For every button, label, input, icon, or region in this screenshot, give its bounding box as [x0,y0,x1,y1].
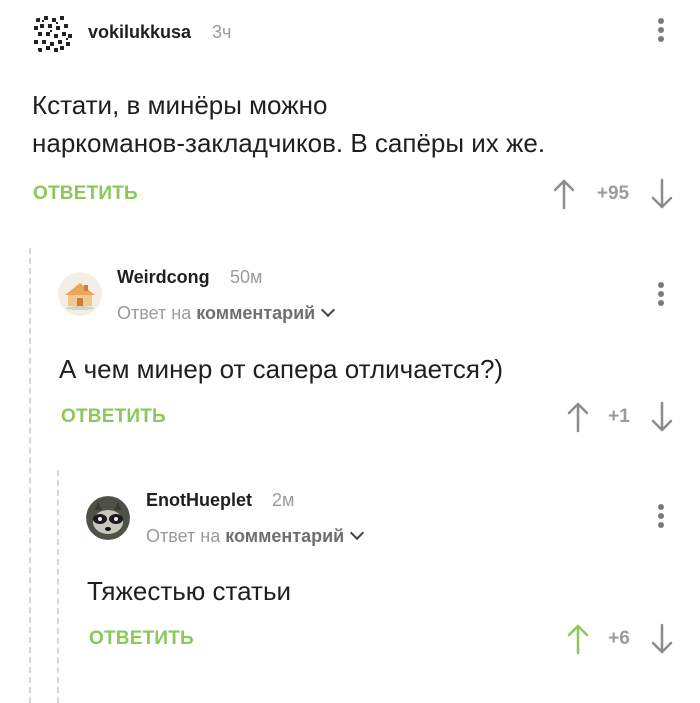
score: +1 [608,406,630,427]
comment-line: наркоманов-закладчиков. В сапёры их же. [32,128,546,158]
score: +6 [608,628,630,649]
arrow-up-icon[interactable] [552,178,576,210]
vote-controls: +1 [566,401,682,433]
house-avatar-icon [58,272,102,316]
avatar[interactable] [86,496,130,540]
reply-to[interactable]: Ответ на комментарий [117,302,336,324]
score: +95 [596,183,630,204]
comment-3: EnotHueplet 2м Ответ на комментарий Тяже… [0,462,700,703]
arrow-down-icon[interactable] [650,623,674,655]
username[interactable]: Weirdcong [117,267,210,288]
reply-to-prefix: Ответ на [117,303,192,323]
chevron-down-icon[interactable] [350,525,365,541]
arrow-down-icon[interactable] [650,401,674,433]
reply-to-link[interactable]: комментарий [196,303,315,323]
reply-button[interactable]: ОТВЕТИТЬ [61,406,166,428]
comment-body: Кстати, в минёры можно наркоманов-заклад… [32,86,672,162]
comment-1: vokilukkusa 3ч Кстати, в минёры можно на… [0,0,700,240]
more-vertical-icon[interactable] [658,18,664,48]
avatar[interactable] [30,12,74,56]
arrow-up-icon[interactable] [566,401,590,433]
more-vertical-icon[interactable] [658,282,664,312]
more-vertical-icon[interactable] [658,504,664,534]
reply-to-prefix: Ответ на [146,526,221,546]
timestamp: 50м [230,267,263,287]
comment-line: А чем минер от сапера отличается?) [59,354,504,384]
chevron-down-icon[interactable] [321,302,336,318]
arrow-down-icon[interactable] [650,178,674,210]
comment-2: Weirdcong 50м Ответ на комментарий А чем… [0,240,700,460]
raccoon-avatar-icon [86,496,130,540]
reply-button[interactable]: ОТВЕТИТЬ [33,183,138,205]
timestamp: 3ч [212,22,232,42]
reply-to[interactable]: Ответ на комментарий [146,525,365,547]
arrow-up-icon[interactable] [566,623,590,655]
avatar[interactable] [58,272,102,316]
vote-controls: +6 [566,623,682,655]
comment-body: Тяжестью статьи [87,572,647,610]
timestamp: 2м [272,490,295,510]
comment-line: Тяжестью статьи [87,576,292,606]
comment-body: А чем минер от сапера отличается?) [59,350,659,388]
qr-pattern-avatar-icon [30,12,74,56]
username[interactable]: EnotHueplet [146,490,252,511]
reply-to-link[interactable]: комментарий [225,526,344,546]
username[interactable]: vokilukkusa [88,22,191,43]
vote-controls: +95 [552,178,682,210]
comments-thread: vokilukkusa 3ч Кстати, в минёры можно на… [0,0,700,703]
reply-button[interactable]: ОТВЕТИТЬ [89,628,194,650]
comment-line: Кстати, в минёры можно [32,90,328,120]
